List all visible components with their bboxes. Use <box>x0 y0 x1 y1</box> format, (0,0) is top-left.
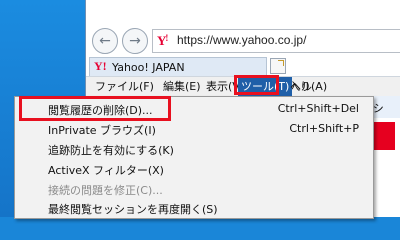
navigation-bar: ← → Y! https://www.yahoo.co.jp/ <box>86 22 400 57</box>
menu-file[interactable]: ファイル(F) <box>92 77 157 96</box>
tab-strip: Y! Yahoo! JAPAN <box>86 56 400 77</box>
menu-item-shortcut: Ctrl+Shift+P <box>289 122 359 135</box>
back-arrow-icon[interactable]: ← <box>92 28 118 54</box>
menu-edit[interactable]: 編集(E) <box>160 77 204 96</box>
menu-item-fix-connection: 接続の問題を修正(C)... <box>15 179 373 199</box>
tools-menu-highlight <box>234 75 279 95</box>
menu-item-tracking-protection[interactable]: 追跡防止を有効にする(K) <box>15 139 373 159</box>
menu-help[interactable]: ヘル <box>287 77 315 96</box>
menu-item-reopen-session[interactable]: 最終閲覧セッションを再度開く(S) <box>15 198 373 218</box>
menu-item-shortcut: Ctrl+Shift+Del <box>277 102 359 115</box>
tab-title: Yahoo! JAPAN <box>112 61 185 74</box>
address-bar[interactable]: Y! https://www.yahoo.co.jp/ <box>152 29 400 53</box>
menu-item-label: ActiveX フィルター(X) <box>48 164 164 177</box>
tab-yahoo[interactable]: Y! Yahoo! JAPAN <box>89 57 267 76</box>
yahoo-favicon-icon: Y! <box>157 33 169 48</box>
menu-item-label: 追跡防止を有効にする(K) <box>48 144 174 157</box>
yahoo-favicon-icon: Y! <box>94 59 107 73</box>
title-bar <box>86 0 400 22</box>
menu-item-activex-filter[interactable]: ActiveX フィルター(X) <box>15 159 373 179</box>
menu-item-inprivate[interactable]: InPrivate ブラウズ(I) Ctrl+Shift+P <box>15 119 373 139</box>
forward-arrow-icon[interactable]: → <box>122 28 148 54</box>
menu-item-label: InPrivate ブラウズ(I) <box>48 124 156 137</box>
delete-history-highlight <box>19 96 171 121</box>
address-url: https://www.yahoo.co.jp/ <box>177 33 307 47</box>
new-tab-icon[interactable] <box>270 58 286 74</box>
menu-item-label: 最終閲覧セッションを再度開く(S) <box>48 203 218 216</box>
menu-item-label: 接続の問題を修正(C)... <box>48 184 163 197</box>
